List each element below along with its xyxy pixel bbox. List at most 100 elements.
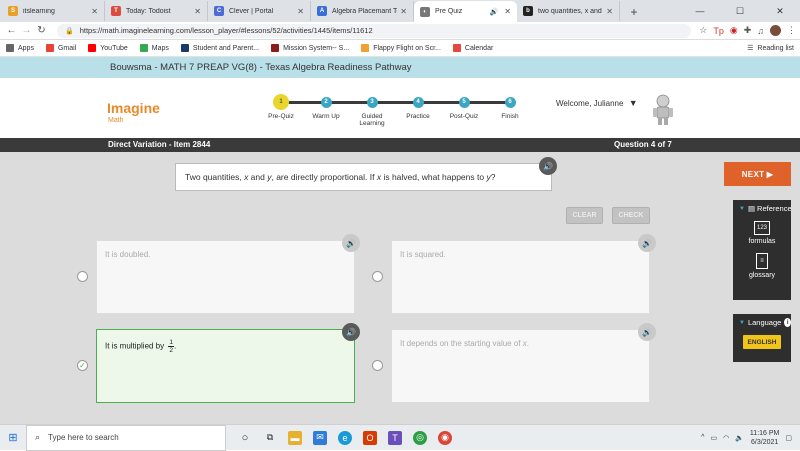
choice-d[interactable]: It depends on the starting value of x.: [391, 329, 650, 403]
language-panel: ▼ Language i ENGLISH: [733, 314, 791, 362]
close-tab-icon[interactable]: ✕: [606, 7, 613, 16]
bookmark-item[interactable]: YouTube: [88, 44, 128, 52]
minimize-icon[interactable]: —: [680, 6, 720, 16]
browser-tab[interactable]: A Algebra Placemant Te ✕: [311, 1, 414, 21]
taskbar-search[interactable]: ⌕ Type here to search: [26, 424, 226, 451]
battery-icon[interactable]: ▭: [710, 434, 717, 442]
progress-step-dot: 2: [320, 96, 332, 108]
bookmark-item[interactable]: Calendar: [452, 44, 493, 52]
lock-icon: 🔒: [65, 27, 74, 35]
tab-audio-icon[interactable]: 🔊: [490, 8, 499, 16]
choice-d-speaker-icon[interactable]: 🔊: [638, 323, 656, 341]
bookmark-label: Apps: [18, 44, 34, 52]
clipboard-icon[interactable]: ≡: [756, 253, 768, 269]
progress-step-label: Finish: [501, 113, 519, 120]
glossary-link[interactable]: glossary: [733, 272, 791, 279]
media-icon[interactable]: ♫: [757, 26, 764, 36]
browser-tab[interactable]: b two quantities, x and ✕: [517, 1, 620, 21]
question-speaker-icon[interactable]: 🔊: [539, 157, 557, 175]
windows-taskbar: ⊞ ⌕ Type here to search ○ ⧉ ▬ ✉ e O T ◎ …: [0, 424, 800, 451]
teams-icon[interactable]: T: [388, 430, 402, 445]
bookmark-item[interactable]: Gmail: [45, 44, 77, 52]
close-tab-icon[interactable]: ✕: [400, 7, 407, 16]
choice-c-speaker-icon[interactable]: 🔊: [342, 323, 360, 341]
reference-toggle[interactable]: ▼ ▤ Reference: [733, 200, 792, 213]
task-view-icon[interactable]: ⧉: [263, 431, 277, 445]
bookmark-item[interactable]: Mission System-- S...: [271, 44, 349, 52]
reload-icon[interactable]: ↻: [34, 25, 49, 36]
bookmark-icon: [361, 44, 370, 52]
maximize-icon[interactable]: ☐: [720, 6, 760, 17]
logo-subtitle: Math: [108, 117, 124, 124]
bookmark-icon: [45, 44, 54, 52]
choice-b-radio[interactable]: [372, 271, 383, 282]
bookmark-item[interactable]: Flappy Flight on Scr...: [361, 44, 441, 52]
tab-title: Pre Quiz: [435, 8, 463, 15]
browser-tab-bar: Sitslearning ✕ T Today: Todoist ✕ C Clever | P…: [0, 0, 800, 22]
notifications-icon[interactable]: ▢: [785, 434, 792, 442]
volume-icon[interactable]: 🔈: [735, 434, 744, 442]
close-tab-icon[interactable]: ✕: [91, 7, 98, 16]
check-icon: ✓: [79, 361, 86, 370]
choice-a-radio[interactable]: [77, 271, 88, 282]
choice-d-radio[interactable]: [372, 360, 383, 371]
xbox-icon[interactable]: ◎: [413, 430, 427, 445]
bookmark-item[interactable]: Maps: [139, 44, 169, 52]
english-button[interactable]: ENGLISH: [743, 335, 781, 349]
choice-a[interactable]: It is doubled.: [96, 240, 355, 314]
back-icon[interactable]: ←: [4, 25, 19, 36]
url-field[interactable]: 🔒 https://math.imaginelearning.com/lesso…: [57, 23, 692, 38]
window-controls: — ☐ ✕: [680, 0, 800, 22]
info-icon[interactable]: i: [784, 318, 791, 327]
office-icon[interactable]: O: [363, 430, 377, 445]
choice-a-speaker-icon[interactable]: 🔊: [342, 234, 360, 252]
edge-icon[interactable]: e: [338, 430, 352, 445]
windows-start-icon[interactable]: ⊞: [0, 431, 26, 444]
choice-b[interactable]: It is squared.: [391, 240, 650, 314]
browser-tab[interactable]: C Clever | Portal ✕: [208, 1, 311, 21]
check-button[interactable]: CHECK: [612, 207, 650, 224]
formulas-link[interactable]: formulas: [733, 238, 791, 245]
chrome-icon[interactable]: ◉: [438, 430, 452, 445]
choice-b-speaker-icon[interactable]: 🔊: [638, 234, 656, 252]
variable: y: [486, 172, 491, 182]
choice-c-radio[interactable]: ✓: [77, 360, 88, 371]
tab-favicon-icon: C: [214, 6, 224, 16]
close-tab-icon[interactable]: ✕: [194, 7, 201, 16]
clock[interactable]: 11:16 PM 6/3/2021: [750, 429, 779, 447]
user-avatar-icon: [653, 94, 673, 125]
language-toggle[interactable]: ▼ Language i: [733, 314, 791, 327]
close-window-icon[interactable]: ✕: [760, 6, 800, 17]
wifi-icon[interactable]: ◠: [723, 434, 729, 442]
welcome-menu[interactable]: Welcome, Julianne ▼: [556, 98, 638, 108]
tray-chevron-icon[interactable]: ^: [701, 434, 704, 441]
star-icon[interactable]: ☆: [699, 25, 707, 36]
bookmark-label: Gmail: [57, 44, 77, 52]
browser-tab[interactable]: ◐ Pre Quiz 🔊 ✕: [414, 1, 517, 22]
mail-icon[interactable]: ✉: [313, 430, 327, 445]
browser-tab[interactable]: Sitslearning ✕: [2, 1, 105, 21]
choice-c[interactable]: It is multiplied by 12.: [96, 329, 355, 403]
reading-list[interactable]: ☰ Reading list: [747, 44, 794, 53]
variable: x: [376, 172, 382, 182]
next-button[interactable]: NEXT ▶: [724, 162, 791, 186]
puzzle-icon[interactable]: ✚: [744, 25, 752, 36]
system-tray: ^ ▭ ◠ 🔈 11:16 PM 6/3/2021 ▢: [701, 429, 800, 447]
close-tab-icon[interactable]: ✕: [297, 7, 304, 16]
browser-tab[interactable]: T Today: Todoist ✕: [105, 1, 208, 21]
bookmark-item[interactable]: Student and Parent...: [180, 44, 259, 52]
bookmark-item[interactable]: Apps: [6, 44, 34, 52]
new-tab-button[interactable]: +: [624, 5, 644, 19]
extension-icon[interactable]: Tp: [713, 26, 724, 36]
clear-button[interactable]: CLEAR: [566, 207, 603, 224]
close-tab-icon[interactable]: ✕: [504, 7, 511, 16]
cortana-icon[interactable]: ○: [238, 431, 252, 445]
file-explorer-icon[interactable]: ▬: [288, 430, 302, 445]
tab-title: Clever | Portal: [229, 7, 274, 15]
course-title: Bouwsma - MATH 7 PREAP VG(8) - Texas Alg…: [0, 57, 800, 78]
forward-icon[interactable]: →: [19, 25, 34, 36]
menu-icon[interactable]: ⋮: [787, 25, 796, 36]
calculator-icon[interactable]: 123: [754, 221, 770, 235]
profile-avatar[interactable]: [770, 25, 781, 36]
ublock-icon[interactable]: ◉: [730, 25, 738, 36]
